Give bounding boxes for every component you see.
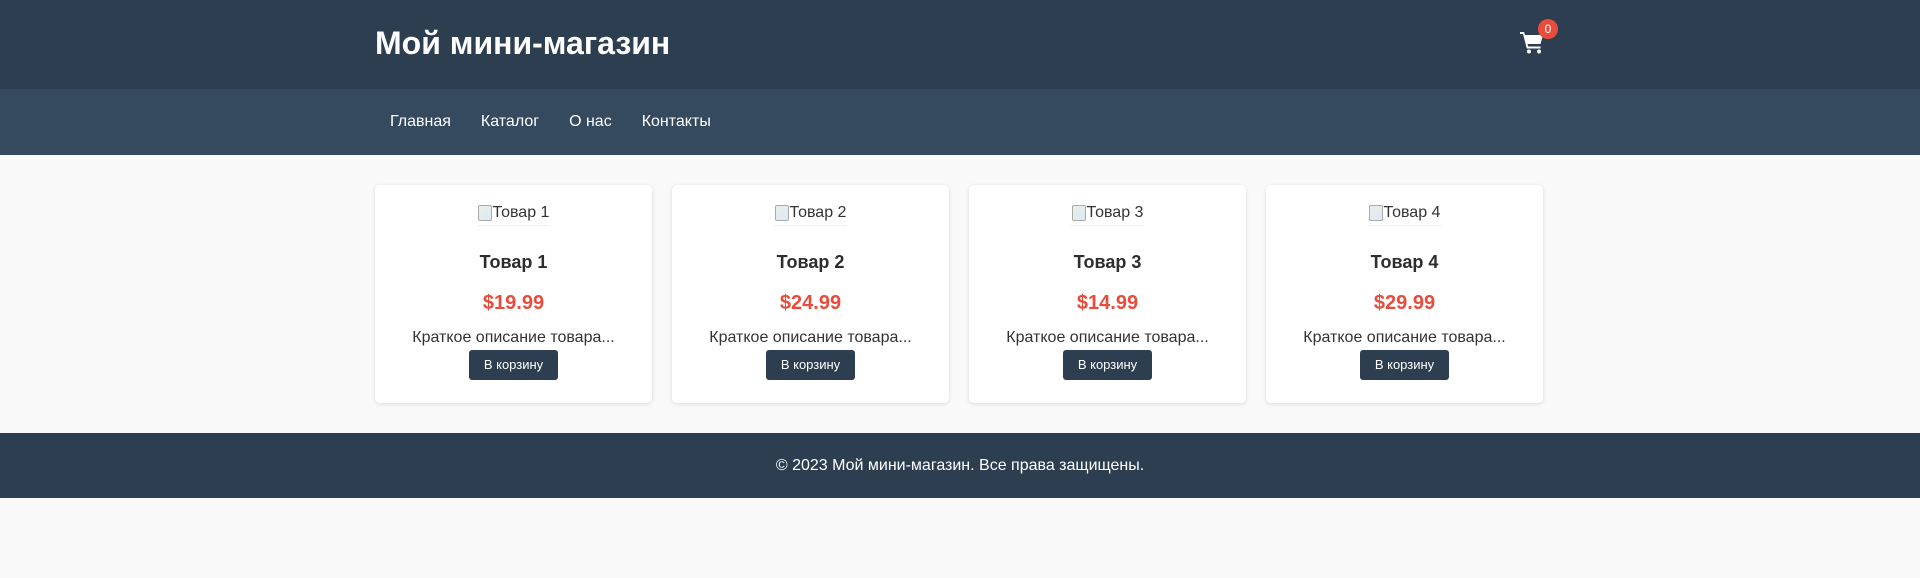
nav-item-about[interactable]: О нас xyxy=(554,89,627,155)
nav-item-contacts[interactable]: Контакты xyxy=(627,89,726,155)
product-grid: Товар 1 Товар 1 $19.99 Краткое описание … xyxy=(375,155,1545,433)
footer-container: © 2023 Мой мини-магазин. Все права защищ… xyxy=(375,433,1545,498)
add-to-cart-button[interactable]: В корзину xyxy=(1359,350,1450,380)
header-container: Мой мини-магазин 0 xyxy=(375,0,1558,89)
nav-item-home[interactable]: Главная xyxy=(375,89,466,155)
product-card: Товар 2 Товар 2 $24.99 Краткое описание … xyxy=(672,185,949,403)
product-image[interactable]: Товар 4 xyxy=(1367,200,1442,226)
product-image[interactable]: Товар 1 xyxy=(476,200,551,226)
product-price: $24.99 xyxy=(779,292,842,314)
add-to-cart-button[interactable]: В корзину xyxy=(765,350,856,380)
product-card: Товар 3 Товар 3 $14.99 Краткое описание … xyxy=(969,185,1246,403)
add-to-cart-button[interactable]: В корзину xyxy=(1062,350,1153,380)
site-footer: © 2023 Мой мини-магазин. Все права защищ… xyxy=(0,433,1920,498)
nav-container: Главная Каталог О нас Контакты xyxy=(375,89,1545,155)
product-title: Товар 4 xyxy=(1370,252,1439,272)
broken-image-icon xyxy=(774,204,789,221)
product-image-alt: Товар 2 xyxy=(789,203,847,221)
product-title: Товар 2 xyxy=(776,252,845,272)
product-price: $29.99 xyxy=(1373,292,1436,314)
add-to-cart-button[interactable]: В корзину xyxy=(468,350,559,380)
product-image[interactable]: Товар 2 xyxy=(773,200,848,226)
cart-button[interactable]: 0 xyxy=(1519,19,1558,55)
copyright-text: © 2023 Мой мини-магазин. Все права защищ… xyxy=(775,456,1145,474)
cart-count-badge: 0 xyxy=(1538,19,1558,39)
product-price: $14.99 xyxy=(1076,292,1139,314)
main-nav: Главная Каталог О нас Контакты xyxy=(0,89,1920,155)
main-content: Товар 1 Товар 1 $19.99 Краткое описание … xyxy=(0,155,1920,433)
nav-item-catalog[interactable]: Каталог xyxy=(466,89,554,155)
product-card: Товар 4 Товар 4 $29.99 Краткое описание … xyxy=(1266,185,1543,403)
product-description: Краткое описание товара... xyxy=(709,329,912,346)
product-image-alt: Товар 3 xyxy=(1086,203,1144,221)
product-price: $19.99 xyxy=(482,292,545,314)
product-description: Краткое описание товара... xyxy=(1006,329,1209,346)
site-logo[interactable]: Мой мини-магазин xyxy=(375,24,670,62)
broken-image-icon xyxy=(477,204,492,221)
broken-image-icon xyxy=(1368,204,1383,221)
product-image[interactable]: Товар 3 xyxy=(1070,200,1145,226)
product-image-alt: Товар 4 xyxy=(1383,203,1441,221)
product-description: Краткое описание товара... xyxy=(1303,329,1506,346)
product-title: Товар 1 xyxy=(479,252,548,272)
product-title: Товар 3 xyxy=(1073,252,1142,272)
site-header: Мой мини-магазин 0 xyxy=(0,0,1920,89)
product-card: Товар 1 Товар 1 $19.99 Краткое описание … xyxy=(375,185,652,403)
broken-image-icon xyxy=(1071,204,1086,221)
product-image-alt: Товар 1 xyxy=(492,203,550,221)
product-description: Краткое описание товара... xyxy=(412,329,615,346)
